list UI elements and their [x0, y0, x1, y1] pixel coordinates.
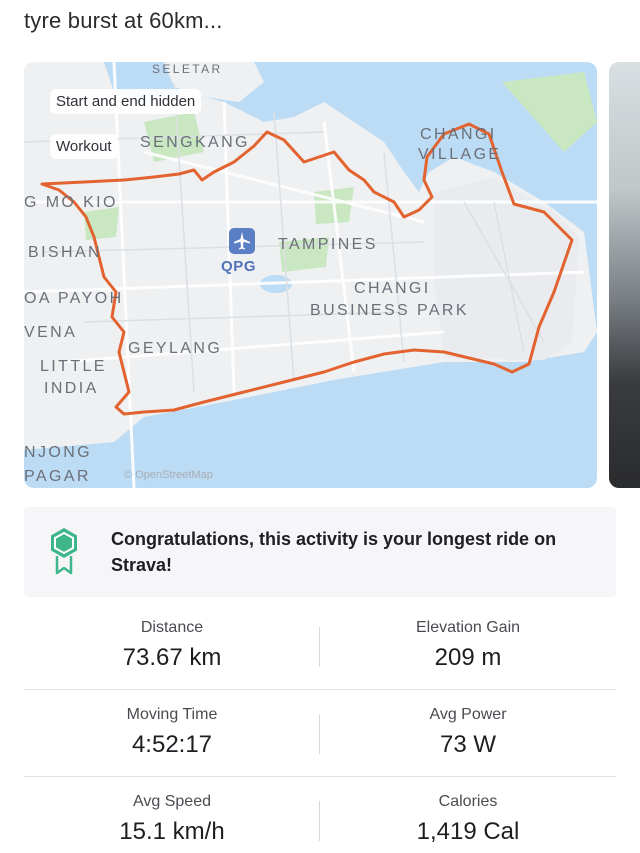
start-end-hidden-tag: Start and end hidden	[50, 89, 202, 114]
workout-tag: Workout	[50, 134, 118, 159]
post-caption: tyre burst at 60km...	[24, 8, 223, 33]
airport-code-label: QPG	[221, 258, 257, 275]
trophy-badge-icon	[48, 526, 80, 581]
map-label-pagar: PAGAR	[24, 468, 91, 485]
map-label-seletar: SELETAR	[152, 62, 223, 76]
stat-label: Avg Speed	[133, 793, 211, 810]
stats-row: Moving Time 4:52:17 Avg Power 73 W	[24, 690, 616, 777]
map-label-geylang: GEYLANG	[128, 340, 223, 357]
stat-label: Elevation Gain	[415, 619, 521, 636]
stat-label: Avg Power	[429, 706, 507, 723]
stat-value: 15.1 km/h	[119, 818, 225, 845]
stat-value: 4:52:17	[131, 731, 213, 758]
stat-value: 1,419 Cal	[416, 818, 520, 845]
map-label-tanjong: NJONG	[24, 444, 92, 461]
stat-label: Calories	[438, 793, 498, 810]
map-label-little-india-2: INDIA	[44, 380, 99, 397]
stat-value: 73.67 km	[122, 644, 222, 671]
map-canvas	[24, 62, 597, 488]
stat-moving-time: Moving Time 4:52:17	[24, 690, 320, 759]
achievement-text: Congratulations, this activity is your l…	[111, 529, 557, 575]
stat-label: Distance	[140, 619, 204, 636]
next-photo-preview[interactable]	[609, 62, 640, 488]
map-label-vena: VENA	[24, 324, 78, 341]
stat-calories: Calories 1,419 Cal	[320, 777, 616, 846]
map-label-changi-business-park-2: BUSINESS PARK	[310, 302, 469, 319]
stat-elevation-gain: Elevation Gain 209 m	[320, 603, 616, 672]
activity-stats: Distance 73.67 km Elevation Gain 209 m M…	[24, 603, 616, 853]
map-label-bishan: BISHAN	[28, 244, 102, 261]
map-attribution: © OpenStreetMap	[124, 469, 213, 481]
map-label-changi-village-2: VILLAGE	[418, 146, 502, 163]
achievement-banner: Congratulations, this activity is your l…	[24, 507, 616, 597]
map-label-tampines: TAMPINES	[278, 236, 378, 253]
airport-icon	[229, 228, 255, 254]
stat-label: Moving Time	[126, 706, 218, 723]
stat-distance: Distance 73.67 km	[24, 603, 320, 672]
map-label-changi-business-park: CHANGI	[354, 280, 431, 297]
map-label-ang-mo-kio: G MO KIO	[24, 194, 118, 211]
map-label-sengkang: SENGKANG	[140, 134, 250, 151]
map-label-changi-village: CHANGI	[420, 126, 497, 143]
map-label-toa-payoh: OA PAYOH	[24, 290, 124, 307]
stats-row: Avg Speed 15.1 km/h Calories 1,419 Cal	[24, 777, 616, 853]
stat-value: 209 m	[434, 644, 502, 671]
map-label-little-india: LITTLE	[40, 358, 107, 375]
stat-value: 73 W	[439, 731, 496, 758]
stat-avg-power: Avg Power 73 W	[320, 690, 616, 759]
route-map[interactable]: Start and end hidden Workout SENGKANG CH…	[24, 62, 597, 488]
stat-avg-speed: Avg Speed 15.1 km/h	[24, 777, 320, 846]
stats-row: Distance 73.67 km Elevation Gain 209 m	[24, 603, 616, 690]
